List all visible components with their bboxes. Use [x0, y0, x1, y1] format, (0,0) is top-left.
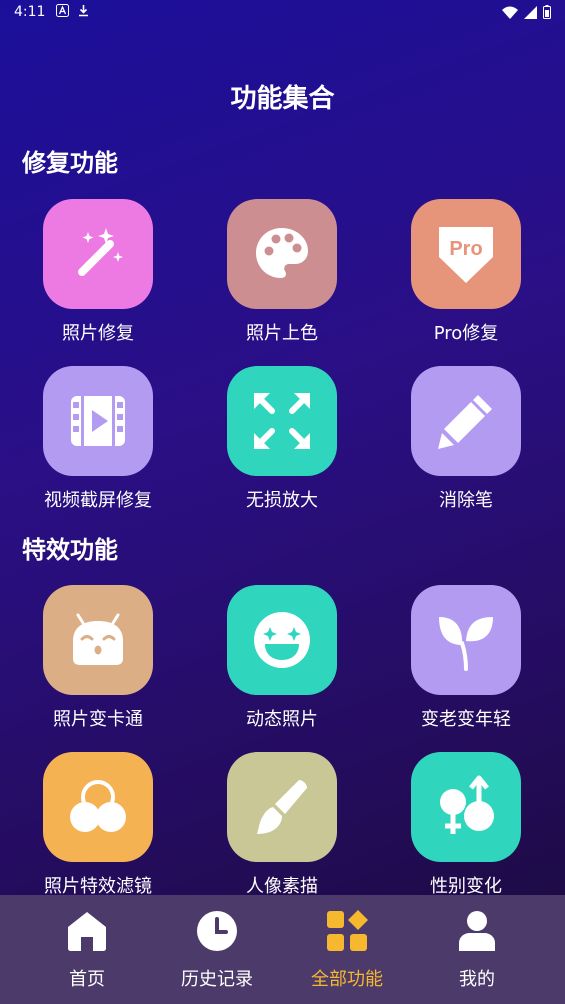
notification-a-icon: [56, 4, 69, 20]
tile-photo-to-cartoon[interactable]: 照片变卡通: [23, 585, 173, 731]
tile-portrait-sketch[interactable]: 人像素描: [207, 752, 357, 898]
sprout-icon: [411, 585, 521, 695]
svg-text:Pro: Pro: [449, 238, 482, 260]
nav-history[interactable]: 历史记录: [152, 909, 282, 991]
nav-mine[interactable]: 我的: [412, 909, 542, 991]
tile-label: 照片变卡通: [53, 709, 143, 730]
tile-eraser-pen[interactable]: 消除笔: [391, 366, 541, 512]
tile-pro-repair[interactable]: Pro Pro修复: [391, 199, 541, 345]
user-icon: [455, 909, 499, 957]
tile-photo-repair[interactable]: 照片修复: [23, 199, 173, 345]
tile-gender-change[interactable]: 性别变化: [391, 752, 541, 898]
palette-icon: [227, 199, 337, 309]
status-bar: 4:11: [0, 0, 565, 26]
tile-lossless-upscale[interactable]: 无损放大: [207, 366, 357, 512]
tile-label: 消除笔: [439, 490, 493, 511]
nav-home[interactable]: 首页: [22, 909, 152, 991]
tile-label: 照片修复: [62, 323, 134, 344]
pencil-icon: [411, 366, 521, 476]
signal-icon: [524, 4, 537, 23]
tile-label: Pro修复: [433, 323, 499, 344]
cartoon-face-icon: [43, 585, 153, 695]
tile-photo-effect-filter[interactable]: 照片特效滤镜: [23, 752, 173, 898]
laughing-face-icon: [227, 585, 337, 695]
tile-age-change[interactable]: 变老变年轻: [391, 585, 541, 731]
tile-live-photo[interactable]: 动态照片: [207, 585, 357, 731]
nav-label-all-features: 全部功能: [311, 969, 383, 990]
page-title: 功能集合: [230, 84, 335, 114]
download-icon: [77, 4, 90, 20]
video-film-icon: [43, 366, 153, 476]
tile-label: 视频截屏修复: [44, 490, 152, 511]
nav-label-home: 首页: [69, 969, 105, 990]
bottom-navigation: 首页 历史记录 全部功能 我的: [0, 895, 565, 1004]
paint-brush-icon: [227, 752, 337, 862]
tile-label: 动态照片: [246, 709, 318, 730]
pro-badge-icon: Pro: [411, 199, 521, 309]
tile-photo-colorize[interactable]: 照片上色: [207, 199, 357, 345]
nav-label-mine: 我的: [459, 969, 495, 990]
tile-label: 变老变年轻: [421, 709, 511, 730]
circles-filter-icon: [43, 752, 153, 862]
wifi-icon: [502, 4, 518, 23]
section-title-repair: 修复功能: [22, 149, 118, 177]
status-time: 4:11: [14, 4, 46, 20]
section-title-effects: 特效功能: [22, 536, 118, 564]
battery-icon: [543, 4, 551, 23]
magic-wand-icon: [43, 199, 153, 309]
nav-label-history: 历史记录: [181, 969, 253, 990]
nav-all-features[interactable]: 全部功能: [282, 909, 412, 991]
gender-icon: [411, 752, 521, 862]
clock-icon: [195, 909, 239, 957]
tile-label: 无损放大: [246, 490, 318, 511]
tile-video-screenshot-repair[interactable]: 视频截屏修复: [23, 366, 173, 512]
expand-arrows-icon: [227, 366, 337, 476]
tile-label: 照片上色: [246, 323, 318, 344]
grid-apps-icon: [325, 909, 369, 957]
home-icon: [65, 909, 109, 957]
